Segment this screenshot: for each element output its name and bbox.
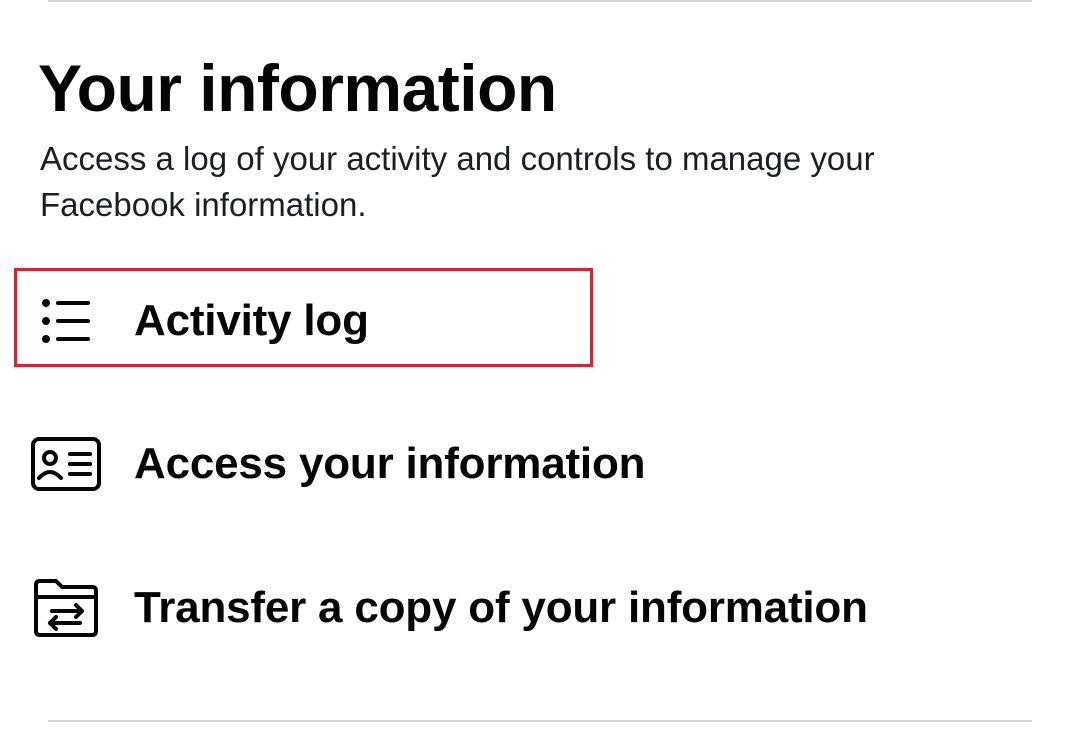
id-card-icon: [26, 424, 106, 504]
list-icon: [26, 281, 106, 361]
access-your-information-item[interactable]: Access your information: [26, 424, 646, 504]
page-title: Your information: [38, 51, 557, 125]
top-divider: [48, 0, 1032, 2]
activity-log-label: Activity log: [134, 296, 369, 345]
bottom-divider: [48, 720, 1032, 722]
page-description: Access a log of your activity and contro…: [40, 140, 875, 223]
transfer-copy-item[interactable]: Transfer a copy of your information: [26, 568, 868, 648]
activity-log-item[interactable]: Activity log: [26, 281, 369, 361]
folder-transfer-icon: [26, 568, 106, 648]
access-your-information-label: Access your information: [134, 439, 646, 488]
transfer-copy-label: Transfer a copy of your information: [134, 583, 868, 632]
